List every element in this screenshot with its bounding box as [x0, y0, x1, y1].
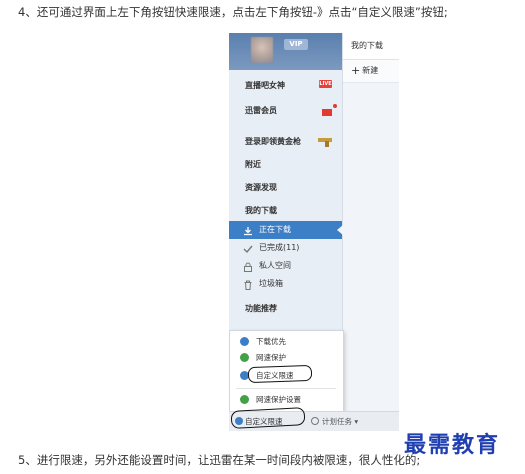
live-badge-icon: LIVE [319, 80, 332, 88]
settings-icon [240, 395, 249, 404]
popup-item-label: 下载优先 [256, 337, 286, 346]
menu-item-label: 我的下载 [245, 206, 277, 215]
gift-icon [322, 104, 337, 116]
download-priority-icon [240, 337, 249, 346]
menu-item-label: 功能推荐 [245, 304, 277, 313]
sidebar-item-label: 垃圾箱 [259, 279, 283, 288]
sidebar-item-label: 私人空间 [259, 261, 291, 270]
new-task-button[interactable]: + 新建 [351, 64, 378, 77]
popup-item-download-priority[interactable]: 下载优先 [230, 334, 343, 349]
menu-item-label: 资源发现 [245, 183, 277, 192]
new-task-label: 新建 [362, 66, 379, 75]
menu-item-member[interactable]: 迅雷会员 [229, 100, 342, 122]
check-icon [243, 243, 253, 254]
popup-item-label: 网速保护 [256, 353, 286, 362]
watermark-logo: 最需教育 [404, 432, 501, 458]
xunlei-screenshot: VIP 直播吧女神 LIVE 迅雷会员 登录即领黄金枪 附近 资源发现 我的下载… [229, 33, 399, 431]
sidebar-item-private-space[interactable]: 私人空间 [229, 257, 342, 275]
popup-item-speed-protection[interactable]: 网速保护 [230, 350, 343, 365]
step-4-text: 4、还可通过界面上左下角按钮快速限速，点击左下角按钮-》点击“自定义限速”按钮; [18, 5, 448, 19]
trash-icon [243, 279, 253, 290]
menu-item-live-girls[interactable]: 直播吧女神 LIVE [229, 75, 342, 97]
speed-limit-popup-menu: 下载优先 网速保护 自定义限速 网速保护设置 [229, 330, 344, 412]
menu-item-label: 直播吧女神 [245, 81, 285, 90]
menu-item-discover[interactable]: 资源发现 [229, 177, 342, 199]
menu-item-label: 附近 [245, 160, 261, 169]
download-icon [243, 225, 253, 236]
plus-icon: + [351, 64, 361, 77]
schedule-task-label: 计划任务 [322, 417, 352, 426]
sidebar-item-label: 正在下载 [259, 225, 291, 234]
step-5-text: 5、进行限速，另外还能设置时间，让迅雷在某一时间段内被限速，很人性化的; [18, 453, 421, 467]
menu-item-label: 迅雷会员 [245, 106, 277, 115]
topbar: 我的下载 [343, 33, 399, 60]
highlight-circle [247, 364, 313, 384]
sidebar-header: VIP [229, 33, 342, 70]
sidebar-item-label: 已完成(11) [259, 243, 300, 252]
menu-item-label: 登录即领黄金枪 [245, 137, 301, 146]
vip-badge[interactable]: VIP [284, 39, 308, 50]
menu-item-recommend[interactable]: 功能推荐 [229, 298, 342, 320]
menu-item-nearby[interactable]: 附近 [229, 154, 342, 176]
popup-item-label: 网速保护设置 [256, 395, 301, 404]
menu-item-my-downloads[interactable]: 我的下载 [229, 200, 342, 222]
sidebar-item-trash[interactable]: 垃圾箱 [229, 275, 342, 293]
tab-my-downloads[interactable]: 我的下载 [351, 40, 383, 51]
lock-icon [243, 261, 253, 272]
schedule-task-button[interactable]: 计划任务 ▾ [311, 416, 358, 427]
avatar[interactable] [251, 37, 273, 63]
popup-item-protection-settings[interactable]: 网速保护设置 [230, 392, 343, 407]
popup-divider [236, 388, 336, 389]
clock-icon [311, 417, 319, 425]
sidebar-item-downloading[interactable]: 正在下载 [229, 221, 343, 239]
toolbar: + 新建 [343, 60, 399, 83]
menu-item-gold-gun[interactable]: 登录即领黄金枪 [229, 131, 342, 153]
gun-icon [318, 138, 332, 147]
sidebar-item-completed[interactable]: 已完成(11) [229, 239, 342, 257]
shield-icon [240, 353, 249, 362]
